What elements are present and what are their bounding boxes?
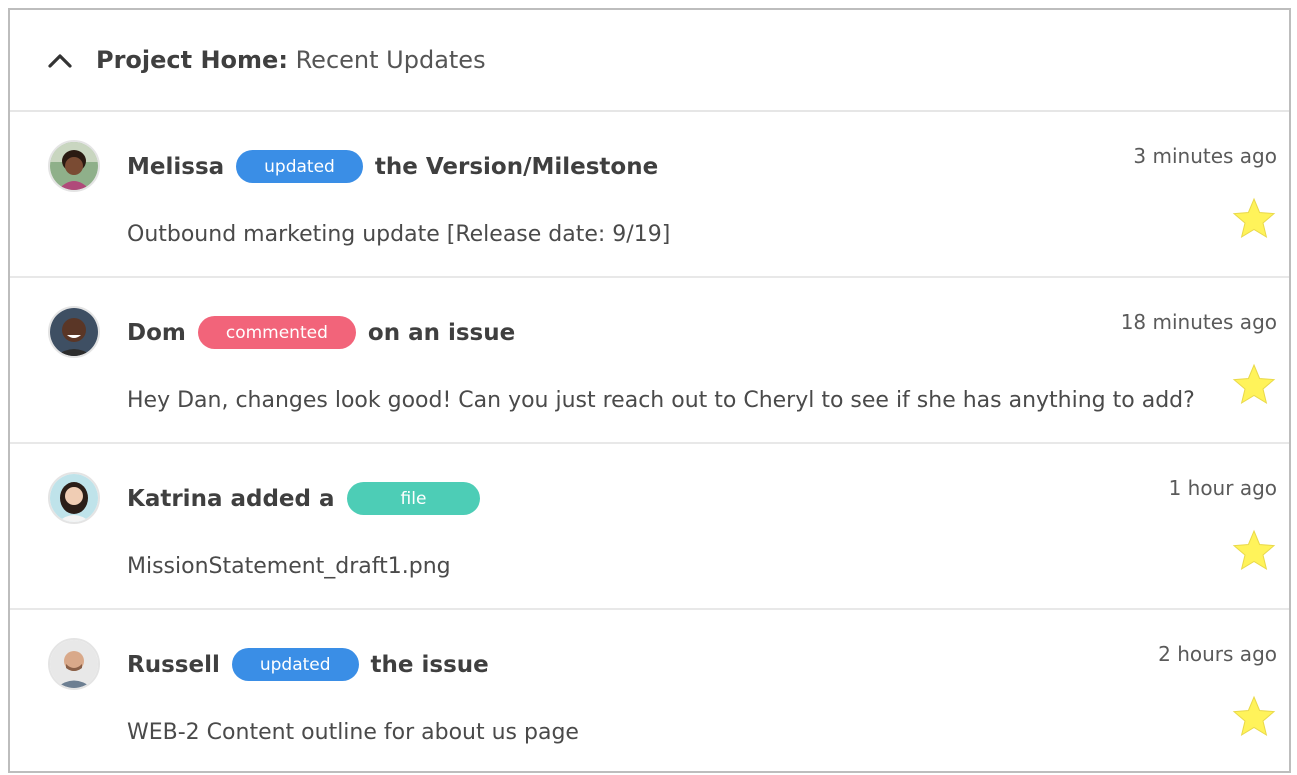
feed-detail[interactable]: WEB-2 Content outline for about us page [127,720,579,745]
action-text[interactable]: on an issue [368,320,515,346]
feed-headline: Katrina added a file [127,482,481,515]
feed-headline: Dom commented on an issue [127,316,515,349]
feed-item: Dom commented on an issue Hey Dan, chang… [10,278,1289,444]
feed-headline: Melissa updated the Version/Milestone [127,150,658,183]
star-icon[interactable] [1231,528,1277,574]
feed-item: Katrina added a file MissionStatement_dr… [10,444,1289,610]
updated-tag[interactable]: updated [236,150,363,183]
feed-detail[interactable]: Hey Dan, changes look good! Can you just… [127,388,1195,413]
star-icon[interactable] [1231,362,1277,408]
commented-tag[interactable]: commented [197,316,356,349]
user-name[interactable]: Katrina added a [127,486,335,512]
avatar[interactable] [48,638,100,690]
recent-updates-panel: Project Home: Recent Updates Melissa upd… [8,8,1291,773]
timestamp: 2 hours ago [1158,642,1277,666]
user-name[interactable]: Dom [127,320,186,346]
panel-header: Project Home: Recent Updates [10,10,1289,112]
avatar[interactable] [48,306,100,358]
action-text[interactable]: the issue [371,652,489,678]
feed-headline: Russell updated the issue [127,648,489,681]
action-text[interactable]: the Version/Milestone [375,154,658,180]
timestamp: 18 minutes ago [1120,310,1277,334]
timestamp: 3 minutes ago [1133,144,1277,168]
avatar[interactable] [48,140,100,192]
title-recent-updates: Recent Updates [295,46,486,74]
page-title: Project Home: Recent Updates [96,46,486,74]
feed-item: Russell updated the issue WEB-2 Content … [10,610,1289,771]
star-icon[interactable] [1231,196,1277,242]
feed-item: Melissa updated the Version/Milestone Ou… [10,112,1289,278]
title-project-home: Project Home: [96,46,288,74]
avatar[interactable] [48,472,100,524]
user-name[interactable]: Melissa [127,154,224,180]
user-name[interactable]: Russell [127,652,220,678]
timestamp: 1 hour ago [1168,476,1277,500]
chevron-up-icon[interactable] [46,46,74,74]
updated-tag[interactable]: updated [231,648,359,681]
feed-detail[interactable]: Outbound marketing update [Release date:… [127,222,670,247]
file-tag[interactable]: file [346,482,481,515]
star-icon[interactable] [1231,694,1277,740]
feed-detail[interactable]: MissionStatement_draft1.png [127,554,451,579]
